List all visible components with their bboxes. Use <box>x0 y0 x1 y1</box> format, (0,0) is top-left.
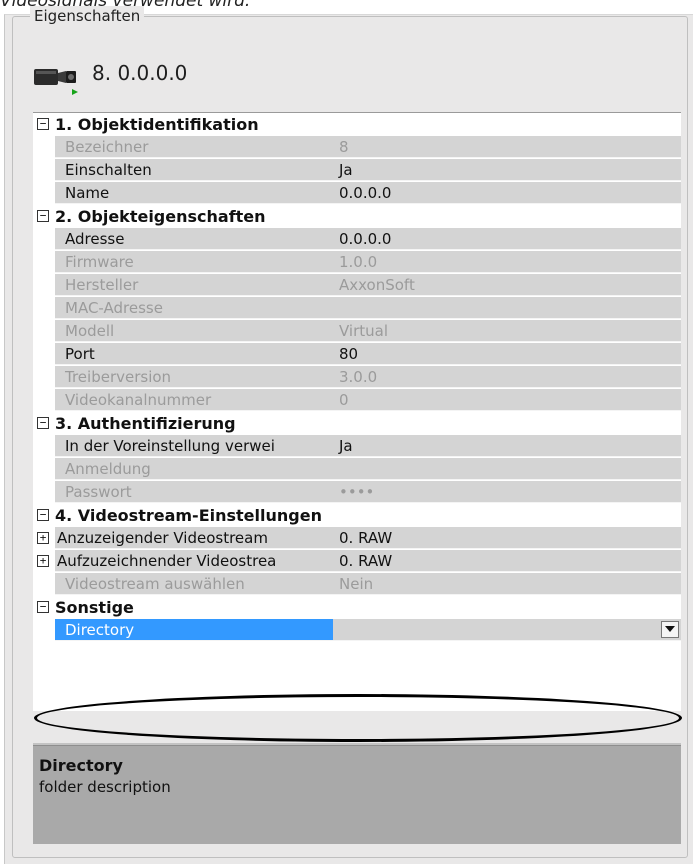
property-name: Videostream auswählen <box>55 573 355 595</box>
collapse-icon[interactable]: − <box>37 417 49 429</box>
row-gutter <box>33 159 55 182</box>
property-row[interactable]: Port 80 <box>33 343 681 366</box>
property-name: Anmeldung <box>55 458 355 480</box>
property-name: Modell <box>55 320 355 342</box>
property-row[interactable]: In der Voreinstellung verwei Ja <box>33 435 681 458</box>
property-name: Bezeichner <box>55 136 355 158</box>
property-row[interactable]: Videostream auswählen Nein <box>33 573 681 596</box>
collapse-icon[interactable]: − <box>37 118 49 130</box>
property-value[interactable]: 0.0.0.0 <box>333 182 681 204</box>
property-row[interactable]: Hersteller AxxonSoft <box>33 274 681 297</box>
property-name: Firmware <box>55 251 355 273</box>
camera-icon <box>34 63 82 97</box>
row-gutter <box>33 343 55 366</box>
property-value[interactable]: 0. RAW <box>333 527 681 549</box>
row-gutter <box>33 228 55 251</box>
property-row[interactable]: + Aufzuzeichnender Videostrea 0. RAW <box>33 550 681 573</box>
chevron-down-icon[interactable] <box>661 621 679 638</box>
property-name: MAC-Adresse <box>55 297 355 319</box>
collapse-icon[interactable]: − <box>37 509 49 521</box>
collapse-icon[interactable]: − <box>37 601 49 613</box>
category-row[interactable]: −1. Objektidentifikation <box>33 113 681 136</box>
row-gutter <box>33 297 55 320</box>
property-name: In der Voreinstellung verwei <box>55 435 355 457</box>
category-label: 3. Authentifizierung <box>55 414 236 433</box>
property-row[interactable]: Passwort •••• <box>33 481 681 504</box>
property-value[interactable]: Ja <box>333 159 681 181</box>
property-row[interactable]: MAC-Adresse <box>33 297 681 320</box>
category-label: 1. Objektidentifikation <box>55 115 259 134</box>
property-name: Adresse <box>55 228 355 250</box>
property-name: Aufzuzeichnender Videostrea <box>55 550 355 572</box>
property-name: Einschalten <box>55 159 355 181</box>
property-row[interactable]: Adresse 0.0.0.0 <box>33 228 681 251</box>
row-gutter <box>33 251 55 274</box>
expand-icon[interactable]: + <box>37 532 49 544</box>
property-name: Passwort <box>55 481 355 503</box>
property-value[interactable]: Ja <box>333 435 681 457</box>
expand-icon[interactable]: + <box>37 555 49 567</box>
property-row[interactable]: Name 0.0.0.0 <box>33 182 681 205</box>
row-gutter <box>33 619 55 642</box>
property-value[interactable]: •••• <box>333 481 681 503</box>
property-value[interactable]: 8 <box>333 136 681 158</box>
property-value[interactable] <box>333 297 681 319</box>
property-name: Name <box>55 182 355 204</box>
row-gutter <box>33 458 55 481</box>
row-gutter <box>33 366 55 389</box>
property-name: Directory <box>55 619 355 641</box>
property-value[interactable] <box>333 458 681 480</box>
property-name: Hersteller <box>55 274 355 296</box>
property-row[interactable]: Modell Virtual <box>33 320 681 343</box>
category-label: 2. Objekteigenschaften <box>55 207 266 226</box>
property-value[interactable]: 0 <box>333 389 681 411</box>
property-grid: −1. Objektidentifikation Bezeichner 8 Einsc… <box>33 112 681 711</box>
category-row[interactable]: − Sonstige <box>33 596 681 619</box>
property-value[interactable]: 1.0.0 <box>333 251 681 273</box>
row-gutter <box>33 274 55 297</box>
property-value[interactable]: 3.0.0 <box>333 366 681 388</box>
row-gutter <box>33 481 55 504</box>
row-gutter <box>33 389 55 412</box>
property-name: Treiberversion <box>55 366 355 388</box>
category-row[interactable]: −3. Authentifizierung <box>33 412 681 435</box>
description-text: folder description <box>39 778 171 796</box>
property-row[interactable]: Einschalten Ja <box>33 159 681 182</box>
property-row[interactable]: Anmeldung <box>33 458 681 481</box>
row-gutter <box>33 573 55 596</box>
row-gutter <box>33 182 55 205</box>
property-value[interactable]: Virtual <box>333 320 681 342</box>
property-row[interactable]: + Anzuzeigender Videostream 0. RAW <box>33 527 681 550</box>
category-row[interactable]: −4. Videostream-Einstellungen <box>33 504 681 527</box>
property-name: Videokanalnummer <box>55 389 355 411</box>
property-row[interactable]: Bezeichner 8 <box>33 136 681 159</box>
property-value[interactable]: 0. RAW <box>333 550 681 572</box>
property-row[interactable]: Firmware 1.0.0 <box>33 251 681 274</box>
groupbox-legend: Eigenschaften <box>30 6 145 26</box>
property-name: Anzuzeigender Videostream <box>55 527 355 549</box>
row-gutter <box>33 435 55 458</box>
property-value[interactable]: 0.0.0.0 <box>333 228 681 250</box>
property-value[interactable]: Nein <box>333 573 681 595</box>
property-value-dropdown[interactable] <box>333 619 681 641</box>
description-title: Directory <box>39 756 123 775</box>
row-gutter <box>33 136 55 159</box>
device-title: 8. 0.0.0.0 <box>92 61 188 85</box>
property-value[interactable]: AxxonSoft <box>333 274 681 296</box>
description-panel: Directory folder description <box>33 745 681 844</box>
property-row[interactable]: Directory <box>33 619 681 642</box>
category-row[interactable]: −2. Objekteigenschaften <box>33 205 681 228</box>
property-value[interactable]: 80 <box>333 343 681 365</box>
category-label: Sonstige <box>55 598 134 617</box>
property-row[interactable]: Videokanalnummer 0 <box>33 389 681 412</box>
property-name: Port <box>55 343 355 365</box>
property-row[interactable]: Treiberversion 3.0.0 <box>33 366 681 389</box>
row-gutter <box>33 320 55 343</box>
category-label: 4. Videostream-Einstellungen <box>55 506 322 525</box>
collapse-icon[interactable]: − <box>37 210 49 222</box>
